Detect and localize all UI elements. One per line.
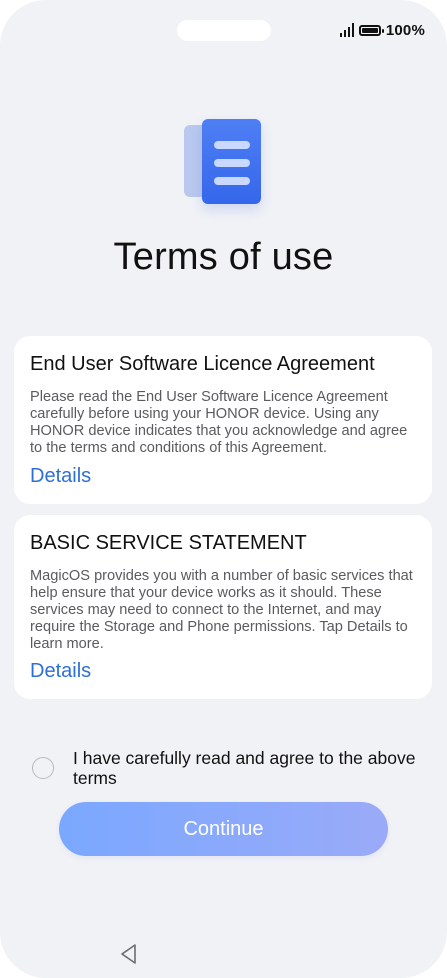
battery-icon <box>358 24 384 36</box>
continue-button[interactable]: Continue <box>59 802 388 856</box>
agree-radio-button[interactable] <box>32 757 54 779</box>
page-title: Terms of use <box>113 236 334 278</box>
signal-icon <box>339 23 354 37</box>
agreement-label: I have carefully read and agree to the a… <box>73 748 416 788</box>
basic-service-card: BASIC SERVICE STATEMENT MagicOS provides… <box>14 515 432 699</box>
battery-percent: 100% <box>385 21 425 39</box>
phone-screen: 100% Terms of use End User Software Lice… <box>0 0 447 978</box>
status-bar: 100% <box>339 19 425 41</box>
card-title: End User Software Licence Agreement <box>30 353 375 375</box>
licence-agreement-card: End User Software Licence Agreement Plea… <box>14 336 432 504</box>
card-text: MagicOS provides you with a number of ba… <box>30 568 413 652</box>
camera-pill <box>177 20 271 41</box>
card-title: BASIC SERVICE STATEMENT <box>30 532 307 554</box>
licence-details-link[interactable]: Details <box>30 465 91 488</box>
card-text: Please read the End User Software Licenc… <box>30 389 408 456</box>
document-icon <box>184 119 264 209</box>
service-details-link[interactable]: Details <box>30 660 91 683</box>
back-triangle-icon[interactable] <box>118 942 140 966</box>
agreement-row[interactable]: I have carefully read and agree to the a… <box>32 746 432 788</box>
